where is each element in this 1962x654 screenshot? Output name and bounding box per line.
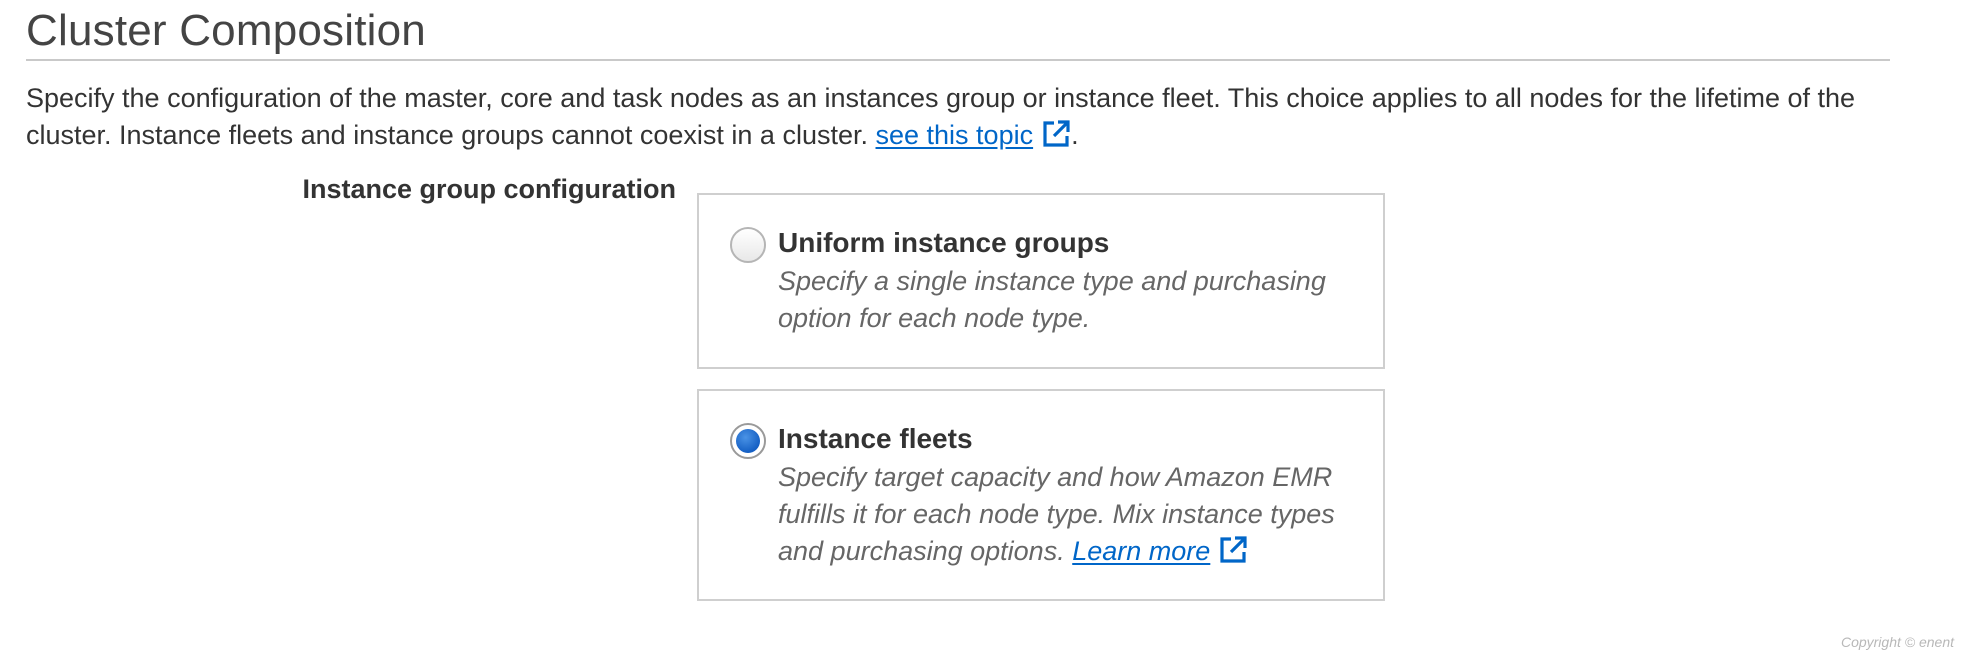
- page-title: Cluster Composition: [26, 6, 426, 55]
- learn-more-label: Learn more: [1072, 536, 1211, 566]
- external-link-icon[interactable]: [1041, 119, 1071, 149]
- uniform-instance-groups-option[interactable]: Uniform instance groups Specify a single…: [697, 193, 1385, 369]
- copyright-watermark: Copyright © enent: [1840, 634, 1954, 650]
- instance-fleets-title: Instance fleets: [778, 423, 973, 454]
- uniform-instance-groups-radio[interactable]: [730, 227, 766, 263]
- external-link-icon[interactable]: [1218, 535, 1248, 565]
- instance-group-configuration-label: Instance group configuration: [302, 174, 676, 204]
- instance-fleets-description: Specify target capacity and how Amazon E…: [778, 462, 1335, 566]
- section-description: Specify the configuration of the master,…: [26, 80, 1906, 154]
- see-this-topic-label: see this topic: [875, 120, 1034, 150]
- instance-fleets-description-block: Specify target capacity and how Amazon E…: [778, 459, 1378, 570]
- uniform-instance-groups-title: Uniform instance groups: [778, 227, 1110, 258]
- instance-fleets-radio[interactable]: [730, 423, 766, 459]
- description-period: .: [1071, 120, 1079, 150]
- instance-fleets-option[interactable]: Instance fleets Specify target capacity …: [697, 389, 1385, 601]
- learn-more-link[interactable]: Learn more: [1072, 536, 1210, 566]
- uniform-instance-groups-description: Specify a single instance type and purch…: [778, 266, 1326, 333]
- title-divider: [26, 59, 1890, 61]
- see-this-topic-link[interactable]: see this topic: [876, 120, 1034, 150]
